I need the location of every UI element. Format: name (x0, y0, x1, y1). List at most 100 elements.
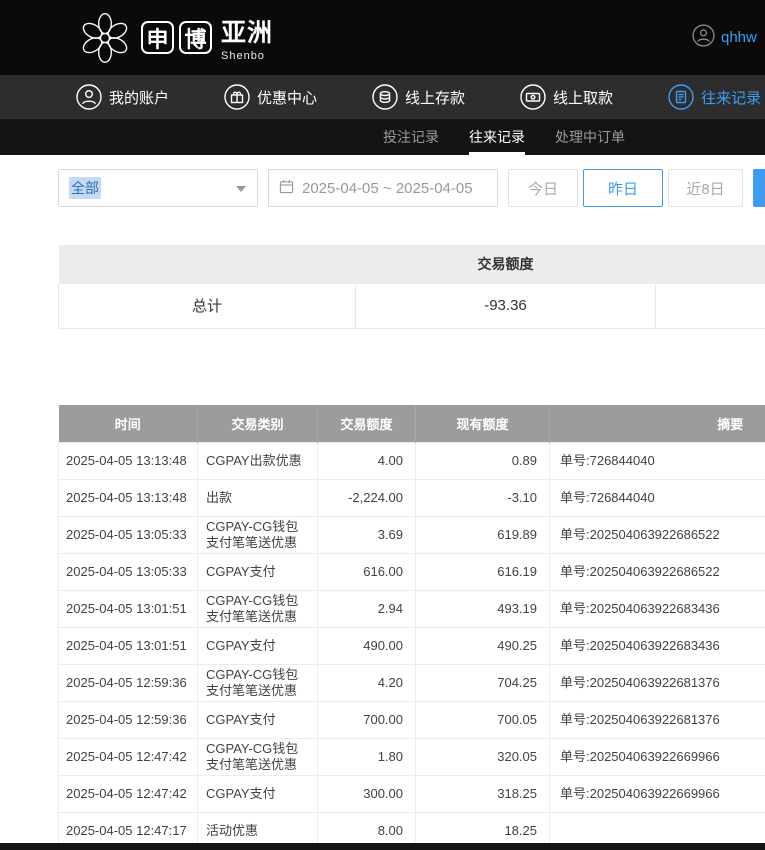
cell-time: 2025-04-05 12:59:36 (58, 664, 198, 702)
col-summary: 摘要 (549, 404, 765, 443)
cell-summary: 单号:202504063922683436 (549, 627, 765, 665)
date-range-value: 2025-04-05 ~ 2025-04-05 (302, 179, 473, 197)
nav-label: 我的账户 (109, 89, 170, 107)
table-row[interactable]: 2025-04-05 13:01:51 CGPAY支付 490.00 490.2… (58, 627, 765, 665)
last-8-days-button[interactable]: 近8日 (668, 169, 743, 207)
cell-summary: 单号:202504063922681376 (549, 701, 765, 739)
cell-amount: 4.00 (317, 442, 416, 480)
cell-time: 2025-04-05 13:13:48 (58, 479, 198, 517)
cell-time: 2025-04-05 12:47:42 (58, 775, 198, 813)
table-row[interactable]: 2025-04-05 13:05:33 CGPAY-CG钱包支付笔笔送优惠 3.… (58, 516, 765, 554)
today-button[interactable]: 今日 (508, 169, 578, 207)
user-account[interactable]: qhhw (692, 0, 757, 75)
cell-summary: 单号:202504063922669966 (549, 775, 765, 813)
summary-total-value: -93.36 (355, 282, 656, 329)
yesterday-button[interactable]: 昨日 (583, 169, 663, 207)
cell-type: 出款 (197, 479, 318, 517)
type-select-value: 全部 (69, 177, 101, 199)
cell-time: 2025-04-05 13:05:33 (58, 516, 198, 554)
cell-summary: 单号:202504063922669966 (549, 738, 765, 776)
cell-balance: 619.89 (415, 516, 550, 554)
cell-balance: 490.25 (415, 627, 550, 665)
cell-summary: 单号:726844040 (549, 479, 765, 517)
tab-betting-records[interactable]: 投注记录 (383, 119, 439, 155)
table-row[interactable]: 2025-04-05 12:47:42 CGPAY-CG钱包支付笔笔送优惠 1.… (58, 738, 765, 776)
cell-amount: -2,224.00 (317, 479, 416, 517)
cell-amount: 1.80 (317, 738, 416, 776)
cell-type: CGPAY-CG钱包支付笔笔送优惠 (197, 738, 318, 776)
cell-type: CGPAY支付 (197, 553, 318, 591)
cell-time: 2025-04-05 13:01:51 (58, 627, 198, 665)
cell-type: CGPAY支付 (197, 627, 318, 665)
cell-summary: 单号:202504063922683436 (549, 590, 765, 628)
date-range-input[interactable]: 2025-04-05 ~ 2025-04-05 (268, 169, 498, 207)
deposit-coins-icon (372, 84, 398, 110)
cell-balance: 704.25 (415, 664, 550, 702)
nav-label: 优惠中心 (257, 89, 318, 107)
chevron-down-icon (236, 186, 246, 192)
logo-text: 亚洲 Shenbo (221, 13, 273, 62)
withdraw-banknote-icon (520, 84, 546, 110)
type-select[interactable]: 全部 (58, 169, 258, 207)
cell-summary: 单号:202504063922686522 (549, 553, 765, 591)
cell-summary: 单号:202504063922681376 (549, 664, 765, 702)
top-header: 申 博 亚洲 Shenbo qhhw (0, 0, 765, 75)
search-button[interactable] (753, 169, 765, 207)
cell-summary: 单号:726844040 (549, 442, 765, 480)
summary-header-row: 交易额度 (58, 245, 765, 283)
summary-empty-cell (655, 282, 765, 329)
summary-header-empty (58, 245, 356, 283)
col-type: 交易类别 (197, 404, 318, 443)
logo-char-bo: 博 (179, 21, 212, 54)
tab-transaction-records[interactable]: 往来记录 (469, 119, 525, 155)
cell-amount: 300.00 (317, 775, 416, 813)
cell-amount: 490.00 (317, 627, 416, 665)
nav-item-deposit[interactable]: 线上存款 (372, 84, 465, 110)
table-row[interactable]: 2025-04-05 13:01:51 CGPAY-CG钱包支付笔笔送优惠 2.… (58, 590, 765, 628)
summary-table: 交易额度 总计 -93.36 (58, 245, 765, 329)
nav-label: 线上存款 (405, 89, 466, 107)
cell-type: CGPAY-CG钱包支付笔笔送优惠 (197, 664, 318, 702)
logo-char-shen: 申 (141, 21, 174, 54)
cell-balance: 318.25 (415, 775, 550, 813)
cell-type: CGPAY出款优惠 (197, 442, 318, 480)
table-row[interactable]: 2025-04-05 12:59:36 CGPAY-CG钱包支付笔笔送优惠 4.… (58, 664, 765, 702)
nav-item-records[interactable]: 往来记录 (668, 84, 761, 110)
cell-balance: 0.89 (415, 442, 550, 480)
nav-item-my-account[interactable]: 我的账户 (76, 84, 169, 110)
table-row[interactable]: 2025-04-05 13:05:33 CGPAY支付 616.00 616.1… (58, 553, 765, 591)
logo[interactable]: 申 博 亚洲 Shenbo (78, 11, 273, 65)
cell-summary: 单号:202504063922686522 (549, 516, 765, 554)
cell-time: 2025-04-05 12:47:42 (58, 738, 198, 776)
nav-item-promotions[interactable]: 优惠中心 (224, 84, 317, 110)
username: qhhw (721, 29, 757, 46)
logo-subtitle: Shenbo (221, 50, 265, 62)
summary-header-amount: 交易额度 (355, 245, 656, 283)
cell-type: CGPAY支付 (197, 701, 318, 739)
summary-header-empty (655, 245, 765, 283)
table-row[interactable]: 2025-04-05 12:47:42 CGPAY支付 300.00 318.2… (58, 775, 765, 813)
records-header-row: 时间 交易类别 交易额度 现有额度 摘要 (58, 404, 765, 443)
cell-amount: 4.20 (317, 664, 416, 702)
table-row[interactable]: 2025-04-05 13:13:48 CGPAY出款优惠 4.00 0.89 … (58, 442, 765, 480)
nav-label: 线上取款 (553, 89, 614, 107)
logo-characters: 申 博 (141, 21, 212, 54)
table-row[interactable]: 2025-04-05 12:59:36 CGPAY支付 700.00 700.0… (58, 701, 765, 739)
user-icon (76, 84, 102, 110)
tab-processing-orders[interactable]: 处理中订单 (555, 119, 625, 155)
sub-nav: 投注记录 往来记录 处理中订单 (0, 119, 765, 155)
cell-time: 2025-04-05 12:59:36 (58, 701, 198, 739)
cell-amount: 3.69 (317, 516, 416, 554)
cell-balance: 700.05 (415, 701, 550, 739)
cell-type: CGPAY-CG钱包支付笔笔送优惠 (197, 516, 318, 554)
cell-amount: 700.00 (317, 701, 416, 739)
cell-time: 2025-04-05 13:01:51 (58, 590, 198, 628)
table-row[interactable]: 2025-04-05 13:13:48 出款 -2,224.00 -3.10 单… (58, 479, 765, 517)
user-avatar-icon (692, 23, 715, 52)
nav-item-withdraw[interactable]: 线上取款 (520, 84, 613, 110)
page: 申 博 亚洲 Shenbo qhhw 我的账户 优惠中心 线上存款 线上取款 往… (0, 0, 765, 850)
lotus-flower-icon (78, 11, 132, 65)
records-body: 2025-04-05 13:13:48 CGPAY出款优惠 4.00 0.89 … (58, 442, 765, 850)
calendar-icon (279, 179, 294, 198)
col-amount: 交易额度 (317, 404, 416, 443)
